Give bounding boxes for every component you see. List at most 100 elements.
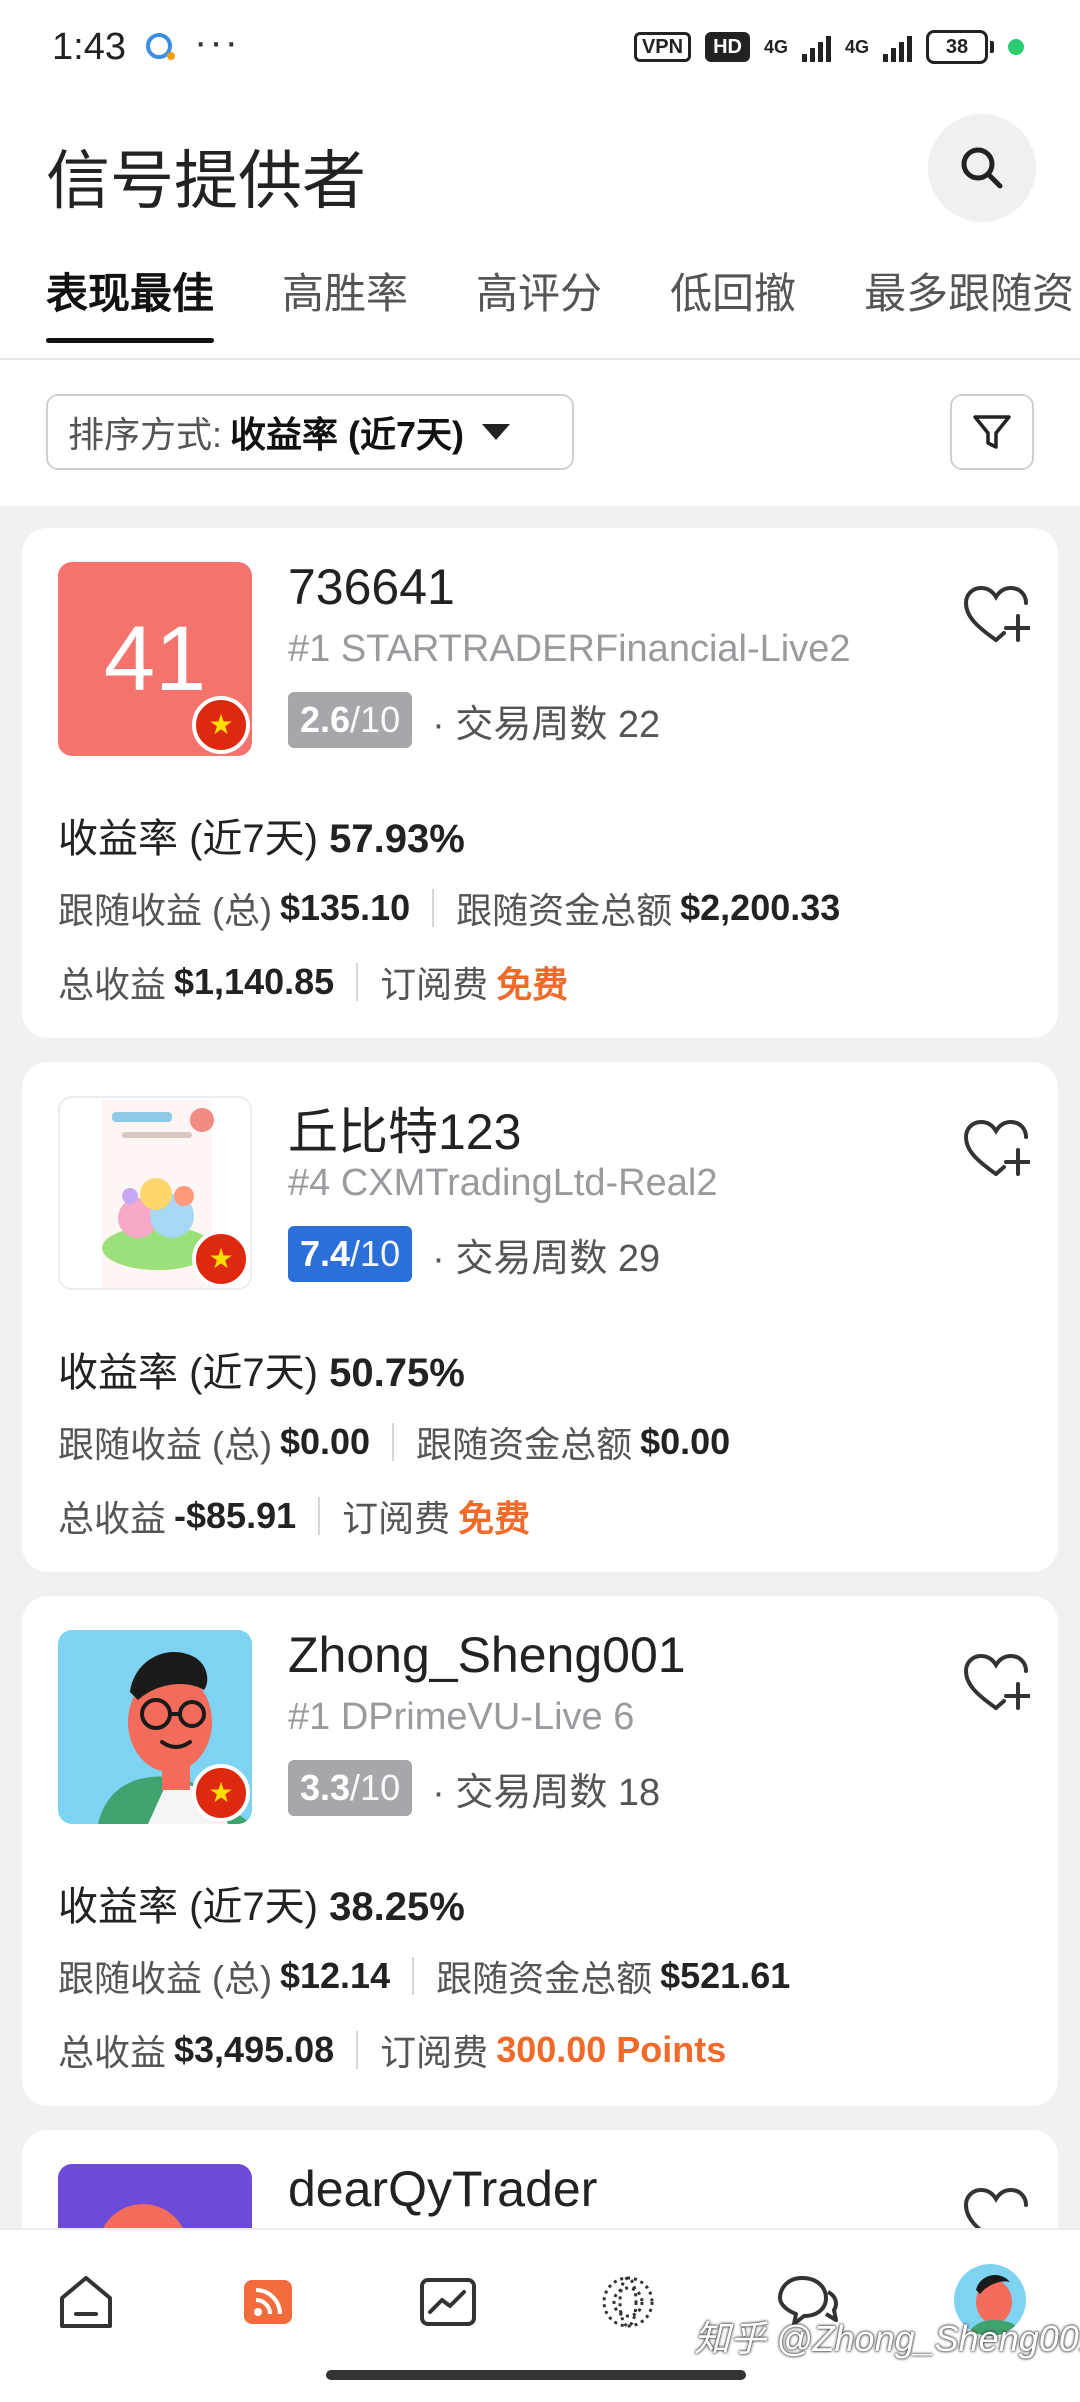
follow-funds-label: 跟随资金总额	[456, 890, 673, 931]
trading-weeks: · 交易周数 18	[432, 1771, 661, 1814]
total-profit-label: 总收益	[58, 2032, 167, 2073]
nav-home[interactable]	[52, 2268, 120, 2336]
broker-account: #1 DPrimeVU-Live 6	[288, 1696, 635, 1738]
follow-funds-label: 跟随资金总额	[436, 1958, 653, 1999]
battery-level: 38	[926, 30, 988, 64]
search-button[interactable]	[928, 114, 1036, 222]
subscription-fee-value: 免费	[496, 964, 569, 1005]
favorite-add-icon[interactable]	[962, 1118, 1030, 1180]
rating-badge: 3.3/10	[288, 1760, 413, 1816]
tab-best-performance[interactable]: 表现最佳	[46, 260, 215, 343]
follow-funds-value: $0.00	[640, 1421, 731, 1462]
rating-score: 7.4	[300, 1233, 351, 1274]
tab-high-rating[interactable]: 高评分	[476, 260, 602, 343]
rating-badge: 2.6/10	[288, 692, 413, 748]
trading-weeks: · 交易周数 22	[432, 703, 661, 746]
total-profit-value: -$85.91	[174, 1495, 297, 1536]
subscription-fee-label: 订阅费	[380, 2032, 489, 2073]
return-value: 38.25%	[329, 1885, 465, 1929]
trading-weeks: · 交易周数 29	[432, 1237, 661, 1280]
network-type-2: 4G	[844, 37, 869, 57]
provider-name: 丘比特123	[288, 1104, 522, 1160]
filter-button[interactable]	[950, 394, 1034, 470]
trading-weeks-text: 交易周数 22	[455, 703, 661, 746]
search-icon	[961, 147, 1003, 189]
subscription-fee-value: 免费	[458, 1498, 531, 1539]
privacy-indicator-dot	[1008, 39, 1024, 55]
subscription-fee-value: 300.00 Points	[496, 2029, 727, 2070]
trading-weeks-text: 交易周数 29	[455, 1237, 661, 1280]
follow-profit-value: $0.00	[279, 1421, 371, 1462]
follow-funds-value: $2,200.33	[680, 887, 841, 928]
status-bar: 1:43 ··· VPN HD 4G 4G 38	[0, 0, 1080, 96]
total-profit-label: 总收益	[58, 1498, 167, 1539]
rating-max: /10	[350, 1767, 401, 1808]
sort-value: 收益率 (近7天)	[230, 414, 465, 455]
avatar	[58, 2164, 252, 2228]
provider-name: dearQyTrader	[288, 2161, 598, 2217]
follow-profit-label: 跟随收益 (总)	[58, 1424, 272, 1465]
rating-max: /10	[350, 699, 401, 740]
provider-name: Zhong_Sheng001	[288, 1627, 686, 1683]
page-header: 信号提供者 表现最佳 高胜率 高评分 低回撤 最多跟随资	[0, 96, 1080, 360]
nav-signals[interactable]	[234, 2268, 302, 2336]
return-value: 50.75%	[329, 1351, 465, 1395]
hd-badge: HD	[705, 32, 750, 62]
signal-bars-icon-2	[883, 32, 912, 62]
follow-funds-label: 跟随资金总额	[416, 1424, 633, 1465]
return-7d: 收益率 (近7天) 38.25%	[58, 1874, 465, 1932]
network-type-1: 4G	[763, 37, 788, 57]
return-value: 57.93%	[329, 817, 465, 861]
provider-card[interactable]: dearQyTrader	[22, 2130, 1058, 2228]
more-notifications-icon: ···	[194, 20, 240, 64]
provider-card[interactable]: ★ Zhong_Sheng001 #1 DPrimeVU-Live 6 3.3/…	[22, 1596, 1058, 2106]
signal-feed-icon	[244, 2280, 292, 2324]
rating-badge: 7.4/10	[288, 1226, 413, 1282]
home-icon	[60, 2276, 112, 2328]
return-label: 收益率 (近7天)	[58, 1351, 318, 1395]
sort-bar: 排序方式: 收益率 (近7天)	[0, 360, 1080, 506]
broker-account: #4 CXMTradingLtd-Real2	[288, 1162, 718, 1204]
sort-dropdown[interactable]: 排序方式: 收益率 (近7天)	[46, 394, 574, 470]
provider-card[interactable]: ★ 丘比特123 #4 CXMTradingLtd-Real2 7.4/10 ·…	[22, 1062, 1058, 1572]
tab-high-win-rate[interactable]: 高胜率	[282, 260, 408, 343]
total-profit-value: $1,140.85	[174, 961, 335, 1002]
rating-max: /10	[350, 1233, 401, 1274]
nav-trade[interactable]	[414, 2268, 482, 2336]
total-profit-value: $3,495.08	[174, 2029, 335, 2070]
page-title: 信号提供者	[46, 145, 366, 217]
caret-down-icon	[482, 424, 511, 440]
tab-most-followed-funds[interactable]: 最多跟随资	[864, 260, 1074, 343]
rating-score: 3.3	[300, 1767, 351, 1808]
trading-weeks-text: 交易周数 18	[455, 1771, 661, 1814]
china-flag-icon: ★	[192, 1764, 250, 1822]
follow-profit-label: 跟随收益 (总)	[58, 890, 272, 931]
avatar-initials: 41	[103, 607, 207, 710]
tab-low-drawdown[interactable]: 低回撤	[670, 260, 796, 343]
signal-bars-icon	[801, 32, 831, 62]
favorite-add-icon[interactable]	[962, 2186, 1030, 2228]
return-7d: 收益率 (近7天) 50.75%	[58, 1340, 465, 1398]
vpn-badge: VPN	[633, 32, 692, 62]
follow-profit-value: $12.14	[279, 1955, 391, 1996]
globe-network-icon	[602, 2276, 654, 2328]
follow-profit-label: 跟随收益 (总)	[58, 1958, 272, 1999]
provider-name: 736641	[288, 559, 455, 615]
return-label: 收益率 (近7天)	[58, 1885, 318, 1929]
nav-discover[interactable]	[594, 2268, 662, 2336]
subscription-fee-label: 订阅费	[342, 1498, 451, 1539]
favorite-add-icon[interactable]	[962, 584, 1030, 646]
watermark: 知乎 @Zhong_Sheng001	[694, 2318, 1080, 2359]
battery-icon: 38	[926, 30, 994, 64]
return-7d: 收益率 (近7天) 57.93%	[58, 806, 465, 864]
message-bubble-icon	[146, 33, 175, 60]
broker-account: #1 STARTRADERFinancial-Live2	[288, 628, 851, 670]
provider-card[interactable]: 41 ★ 736641 #1 STARTRADERFinancial-Live2…	[22, 528, 1058, 1038]
subscription-fee-label: 订阅费	[380, 964, 489, 1005]
return-label: 收益率 (近7天)	[58, 817, 318, 861]
chart-icon	[420, 2278, 476, 2326]
follow-funds-value: $521.61	[660, 1955, 791, 1996]
follow-profit-value: $135.10	[279, 887, 411, 928]
favorite-add-icon[interactable]	[962, 1652, 1030, 1714]
home-gesture-bar[interactable]	[326, 2370, 746, 2380]
